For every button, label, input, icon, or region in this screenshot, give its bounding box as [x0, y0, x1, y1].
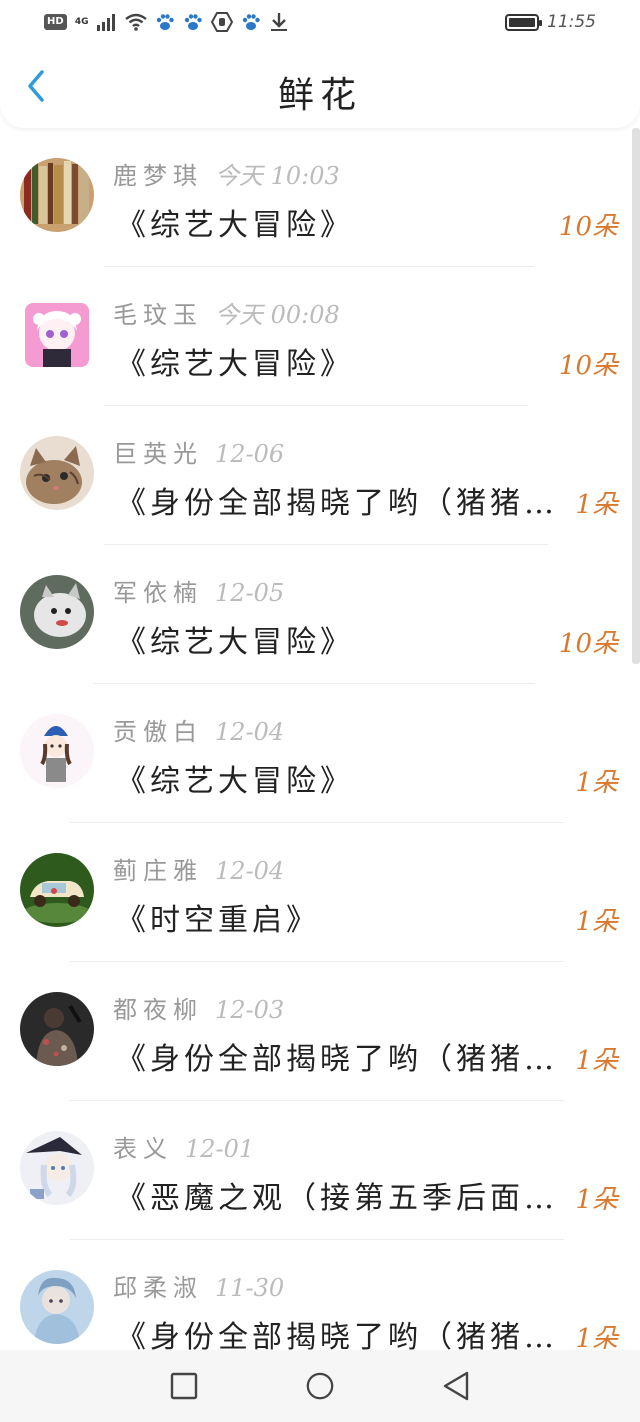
show-title: 《时空重启》	[116, 903, 320, 938]
sender-name: 都夜柳	[113, 996, 203, 1024]
send-time: 12-03	[215, 996, 285, 1024]
item-meta: 都夜柳 12-03	[113, 990, 284, 1025]
avatar[interactable]	[20, 1131, 94, 1205]
show-title: 《综艺大冒险》	[116, 208, 354, 243]
item-meta: 毛玟玉 今天 00:08	[113, 295, 340, 330]
home-button[interactable]	[305, 1371, 335, 1401]
list-item[interactable]: 巨英光 12-06 《身份全部揭晓了哟（猪猪… 1朵	[0, 406, 630, 545]
status-icons-left: HD 4G	[44, 10, 289, 34]
system-nav-bar	[0, 1350, 640, 1422]
show-title: 《身份全部揭晓了哟（猪猪…	[116, 486, 556, 521]
page-title: 鲜花	[277, 75, 362, 116]
send-time: 12-04	[215, 718, 285, 746]
send-time: 12-01	[185, 1135, 255, 1163]
scrollbar[interactable]	[632, 128, 640, 664]
send-time: 12-04	[215, 857, 285, 885]
signal-icon	[96, 11, 117, 33]
flower-count: 1朵	[575, 1324, 618, 1350]
send-time: 今天 10:03	[215, 162, 340, 190]
status-icons-right: 11:55	[505, 10, 596, 34]
wifi-icon	[124, 11, 147, 33]
sender-name: 贡傲白	[113, 718, 203, 746]
avatar[interactable]	[20, 575, 94, 649]
flower-count: 10朵	[558, 212, 618, 242]
list-item[interactable]: 都夜柳 12-03 《身份全部揭晓了哟（猪猪… 1朵	[0, 962, 630, 1101]
flower-count: 1朵	[575, 490, 618, 520]
list-item[interactable]: 贡傲白 12-04 《综艺大冒险》 1朵	[0, 684, 630, 823]
avatar[interactable]	[20, 714, 94, 788]
header: 鲜花	[0, 44, 640, 128]
item-meta: 军依楠 12-05	[113, 573, 284, 608]
hd-icon: HD	[44, 14, 67, 30]
item-meta: 巨英光 12-06	[113, 434, 284, 469]
battery-icon	[505, 13, 542, 31]
send-time: 12-05	[215, 579, 285, 607]
flower-count: 1朵	[575, 1185, 618, 1215]
home-icon	[306, 1372, 334, 1400]
status-bar: HD 4G 11:55	[0, 0, 640, 44]
recent-apps-button[interactable]	[169, 1371, 199, 1401]
back-icon	[443, 1371, 469, 1401]
list-item[interactable]: 毛玟玉 今天 00:08 《综艺大冒险》 10朵	[0, 267, 630, 406]
show-title: 《身份全部揭晓了哟（猪猪…	[116, 1320, 556, 1350]
flower-count: 1朵	[575, 768, 618, 798]
list-item[interactable]: 表义 12-01 《恶魔之观（接第五季后面… 1朵	[0, 1101, 630, 1240]
avatar[interactable]	[20, 992, 94, 1066]
flower-count: 10朵	[558, 629, 618, 659]
send-time: 今天 00:08	[215, 301, 340, 329]
sender-name: 蓟庄雅	[113, 857, 203, 885]
show-title: 《身份全部揭晓了哟（猪猪…	[116, 1042, 556, 1077]
sender-name: 巨英光	[113, 440, 203, 468]
show-title: 《综艺大冒险》	[116, 625, 354, 660]
flower-count: 1朵	[575, 907, 618, 937]
item-meta: 表义 12-01	[113, 1129, 254, 1164]
flower-count: 1朵	[575, 1046, 618, 1076]
item-meta: 贡傲白 12-04	[113, 712, 284, 747]
send-time: 12-06	[215, 440, 285, 468]
avatar[interactable]	[20, 436, 94, 510]
sender-name: 邱柔淑	[113, 1274, 203, 1302]
show-title: 《综艺大冒险》	[116, 347, 354, 382]
flower-list[interactable]: 鹿梦琪 今天 10:03 《综艺大冒险》 10朵 毛玟玉 今天 00:08 《综艺大…	[0, 128, 640, 1350]
sender-name: 表义	[113, 1135, 173, 1163]
system-back-button[interactable]	[441, 1371, 471, 1401]
paw-icon	[155, 11, 175, 33]
avatar[interactable]	[20, 158, 94, 232]
item-meta: 蓟庄雅 12-04	[113, 851, 284, 886]
avatar[interactable]	[25, 303, 89, 367]
list-item[interactable]: 蓟庄雅 12-04 《时空重启》 1朵	[0, 823, 630, 962]
item-meta: 邱柔淑 11-30	[113, 1268, 284, 1303]
download-icon	[269, 11, 289, 33]
paw-icon	[183, 11, 203, 33]
network-type: 4G	[74, 16, 89, 27]
show-title: 《综艺大冒险》	[116, 764, 354, 799]
paw-icon	[241, 11, 261, 33]
list-item[interactable]: 鹿梦琪 今天 10:03 《综艺大冒险》 10朵	[0, 128, 630, 267]
list-item[interactable]: 军依楠 12-05 《综艺大冒险》 10朵	[0, 545, 630, 684]
sender-name: 鹿梦琪	[113, 162, 203, 190]
send-time: 11-30	[215, 1274, 285, 1302]
flower-count: 10朵	[558, 351, 618, 381]
sender-name: 毛玟玉	[113, 301, 203, 329]
hexagon-hand-icon	[210, 11, 233, 33]
clock: 11:55	[547, 12, 596, 32]
sender-name: 军依楠	[113, 579, 203, 607]
show-title: 《恶魔之观（接第五季后面…	[116, 1181, 556, 1216]
avatar[interactable]	[20, 1270, 94, 1344]
list-item[interactable]: 邱柔淑 11-30 《身份全部揭晓了哟（猪猪… 1朵	[0, 1240, 630, 1350]
item-meta: 鹿梦琪 今天 10:03	[113, 156, 340, 191]
avatar[interactable]	[20, 853, 94, 927]
recent-apps-icon	[170, 1372, 198, 1400]
